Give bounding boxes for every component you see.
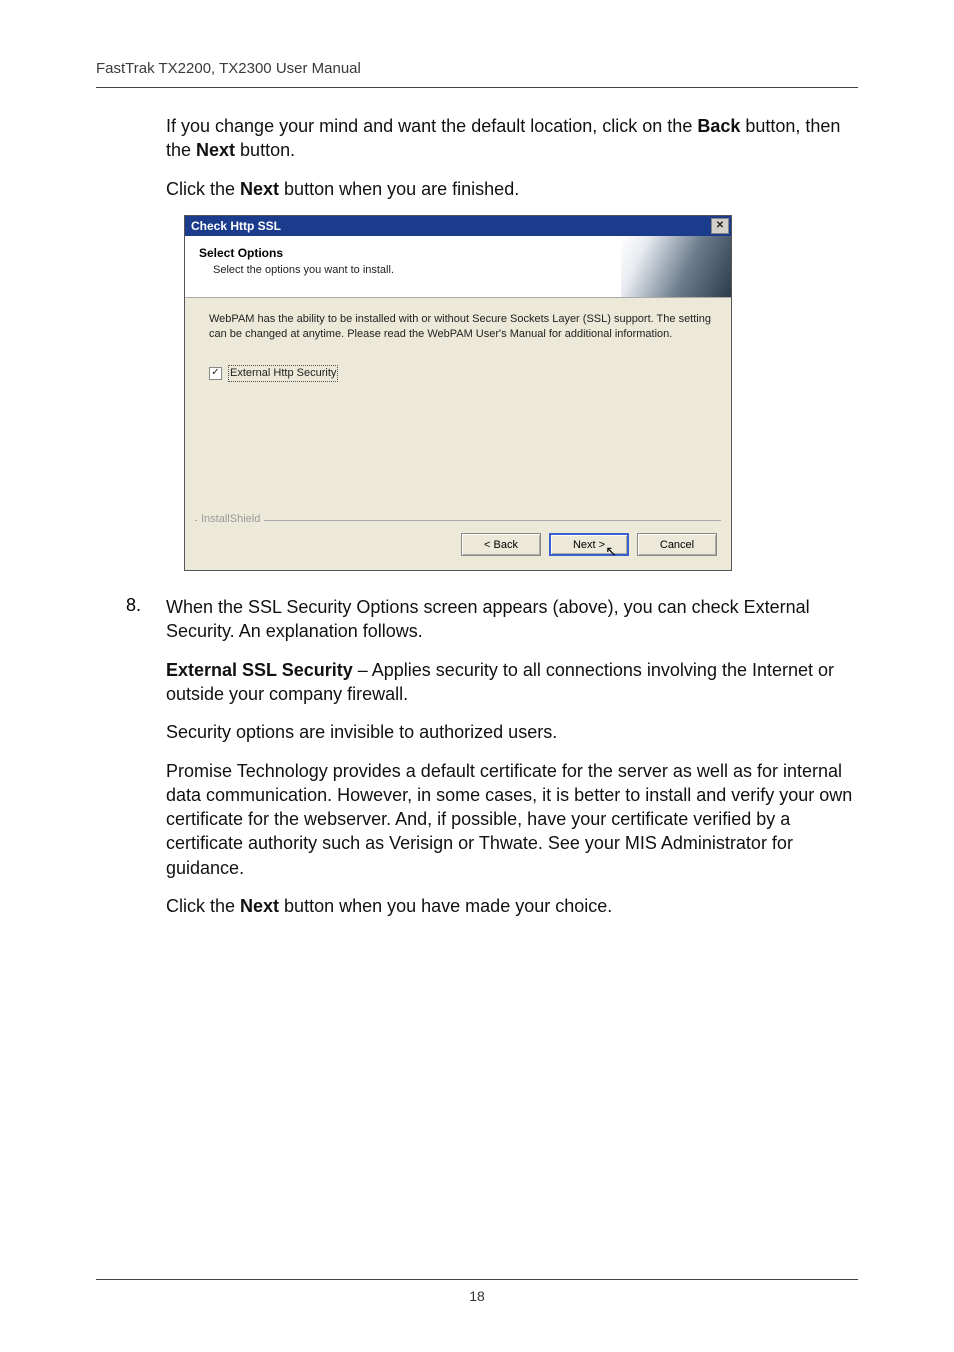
intro-paragraph-1: If you change your mind and want the def…: [166, 114, 858, 163]
close-button[interactable]: ✕: [711, 218, 729, 234]
dialog-body-text: WebPAM has the ability to be installed w…: [209, 312, 713, 343]
cursor-icon: ↖: [605, 543, 617, 560]
dialog-title: Check Http SSL: [191, 219, 281, 233]
checkbox-label[interactable]: External Http Security: [228, 365, 338, 382]
installer-dialog: Check Http SSL ✕ Select Options Select t…: [184, 215, 732, 571]
step8-text-c: Security options are invisible to author…: [166, 720, 858, 744]
text-bold: Next: [240, 896, 279, 916]
text: button when you have made your choice.: [279, 896, 612, 916]
step8-text-e: Click the Next button when you have made…: [166, 894, 858, 918]
text-bold: Back: [697, 116, 740, 136]
intro-paragraph-2: Click the Next button when you are finis…: [166, 177, 858, 201]
text-bold: Next: [196, 140, 235, 160]
cancel-button[interactable]: Cancel: [637, 533, 717, 556]
step8-text-d: Promise Technology provides a default ce…: [166, 759, 858, 880]
checkmark-icon: ✓: [211, 366, 219, 380]
close-icon: ✕: [716, 220, 724, 231]
text-bold: External SSL Security: [166, 660, 353, 680]
header-graphic: [621, 236, 731, 297]
text: button when you are finished.: [279, 179, 519, 199]
text-bold: Next: [240, 179, 279, 199]
installshield-label: InstallShield: [197, 513, 264, 525]
text: Click the: [166, 896, 240, 916]
dialog-header-panel: Select Options Select the options you wa…: [185, 236, 731, 298]
text: button.: [235, 140, 295, 160]
next-button-label: Next >: [573, 539, 605, 551]
text: If you change your mind and want the def…: [166, 116, 697, 136]
next-button[interactable]: Next > ↖: [549, 533, 629, 556]
back-button[interactable]: < Back: [461, 533, 541, 556]
page-header: FastTrak TX2200, TX2300 User Manual: [96, 60, 858, 88]
step-number: 8.: [126, 595, 166, 932]
page-number: 18: [469, 1288, 485, 1304]
step8-text-b: External SSL Security – Applies security…: [166, 658, 858, 707]
fieldset-divider: InstallShield: [195, 520, 721, 521]
dialog-titlebar: Check Http SSL ✕: [185, 216, 731, 236]
text: Click the: [166, 179, 240, 199]
step8-text-a: When the SSL Security Options screen app…: [166, 595, 858, 644]
external-http-security-checkbox[interactable]: ✓: [209, 367, 222, 380]
page-footer: 18: [96, 1279, 858, 1304]
